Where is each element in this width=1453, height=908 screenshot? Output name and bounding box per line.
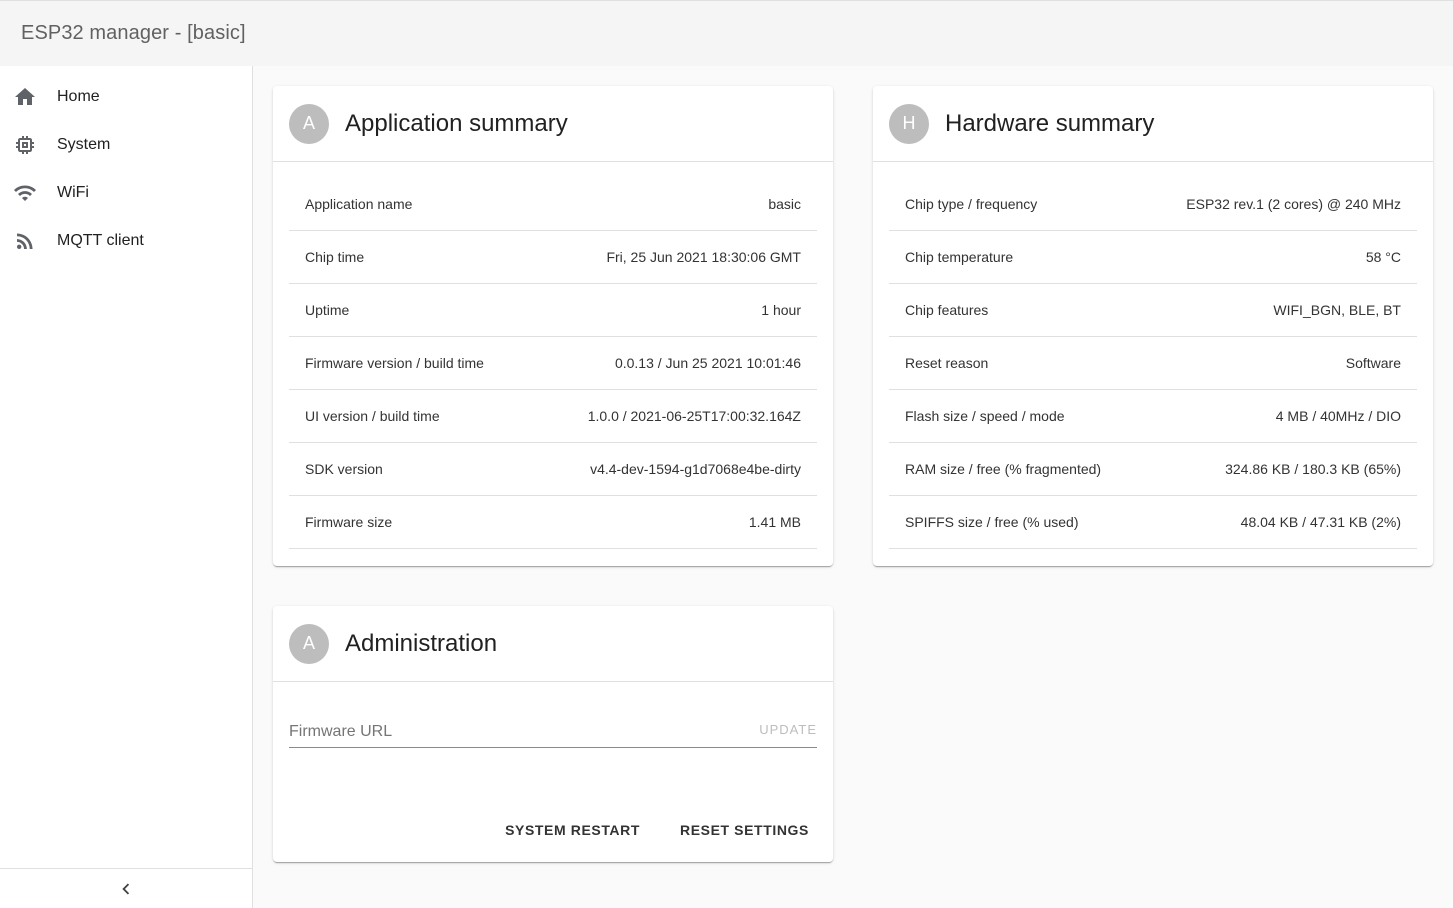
row-label: RAM size / free (% fragmented) [905,461,1102,477]
list-item: UI version / build time 1.0.0 / 2021-06-2… [289,390,817,443]
row-value: 0.0.13 / Jun 25 2021 10:01:46 [614,355,801,371]
card-header: A Application summary [273,86,833,162]
update-button[interactable]: UPDATE [759,722,817,741]
sidebar-item-label: MQTT client [57,232,144,249]
row-label: SPIFFS size / free (% used) [905,514,1079,530]
row-label: Uptime [305,302,350,318]
card-header: H Hardware summary [873,86,1433,162]
sidebar-item-wifi[interactable]: WiFi [0,169,252,217]
list-item: Flash size / speed / mode 4 MB / 40MHz / … [889,390,1417,443]
list-item: Uptime 1 hour [289,284,817,337]
row-label: Application name [305,196,413,212]
list-item: Reset reason Software [889,337,1417,390]
row-value: 1.0.0 / 2021-06-25T17:00:32.164Z [587,408,801,424]
collapse-sidebar-button[interactable] [0,868,252,908]
row-value: v4.4-dev-1594-g1d7068e4be-dirty [590,461,801,477]
system-restart-button[interactable]: SYSTEM RESTART [489,814,656,846]
list-item: Chip time Fri, 25 Jun 2021 18:30:06 GMT [289,231,817,284]
card-title: Administration [345,629,498,657]
list-item: Chip temperature 58 °C [889,231,1417,284]
card-title: Hardware summary [945,109,1155,137]
row-label: Reset reason [905,355,989,371]
chip-icon [13,133,37,157]
row-value: WIFI_BGN, BLE, BT [1273,302,1401,318]
row-value: Fri, 25 Jun 2021 18:30:06 GMT [606,249,801,265]
firmware-url-input[interactable] [289,722,709,741]
row-value: 48.04 KB / 47.31 KB (2%) [1240,514,1401,530]
row-value: 4 MB / 40MHz / DIO [1275,408,1401,424]
rss-icon [13,229,37,253]
sidebar-item-label: WiFi [57,184,89,201]
sidebar-item-label: System [57,136,111,153]
row-value: basic [768,196,801,212]
application-summary-list: Application name basic Chip time Fri, 25 J… [273,162,833,549]
sidebar: Home System WiFi MQTT client [0,66,253,908]
avatar: H [889,103,929,144]
sidebar-item-mqtt-client[interactable]: MQTT client [0,217,252,265]
card-header: A Administration [273,606,833,682]
list-item: Firmware size 1.41 MB [289,496,817,549]
chevron-left-icon [122,883,130,894]
row-label: Flash size / speed / mode [905,408,1065,424]
row-label: SDK version [305,461,383,477]
row-label: Chip time [305,249,365,265]
hardware-summary-list: Chip type / frequency ESP32 rev.1 (2 core… [873,162,1433,549]
admin-actions: SYSTEM RESTART RESET SETTINGS [489,814,825,846]
row-label: Firmware size [305,514,393,530]
app-bar: ESP32 manager - [basic] [0,0,1453,66]
row-value: 1 hour [761,302,801,318]
sidebar-item-label: Home [57,88,100,105]
row-label: UI version / build time [305,408,440,424]
reset-settings-button[interactable]: RESET SETTINGS [664,814,825,846]
row-value: ESP32 rev.1 (2 cores) @ 240 MHz [1186,196,1401,212]
row-value: Software [1345,355,1401,371]
sidebar-item-home[interactable]: Home [0,73,252,121]
list-item: Application name basic [289,178,817,231]
card-title: Application summary [345,109,568,137]
sidebar-item-system[interactable]: System [0,121,252,169]
row-label: Chip features [905,302,989,318]
row-label: Chip temperature [905,249,1014,265]
list-item: SPIFFS size / free (% used) 48.04 KB / 47… [889,496,1417,549]
list-item: Chip type / frequency ESP32 rev.1 (2 core… [889,178,1417,231]
avatar: A [289,623,329,664]
list-item: Chip features WIFI_BGN, BLE, BT [889,284,1417,337]
app-title: ESP32 manager - [basic] [21,22,246,44]
home-icon [13,85,37,109]
row-label: Chip type / frequency [905,196,1038,212]
list-item: SDK version v4.4-dev-1594-g1d7068e4be-dir… [289,443,817,496]
row-value: 324.86 KB / 180.3 KB (65%) [1225,461,1401,477]
avatar: A [289,103,329,144]
row-label: Firmware version / build time [305,355,484,371]
firmware-url-field: UPDATE [289,716,817,748]
wifi-icon [13,181,37,205]
list-item: Firmware version / build time 0.0.13 / Ju… [289,337,817,390]
list-item: RAM size / free (% fragmented) 324.86 KB … [889,443,1417,496]
application-summary-card: A Application summary Application name ba… [273,86,833,566]
row-value: 1.41 MB [748,514,801,530]
administration-card: A Administration UPDATE SYSTEM RESTART R… [273,606,833,862]
row-value: 58 °C [1365,249,1401,265]
hardware-summary-card: H Hardware summary Chip type / frequency… [873,86,1433,566]
